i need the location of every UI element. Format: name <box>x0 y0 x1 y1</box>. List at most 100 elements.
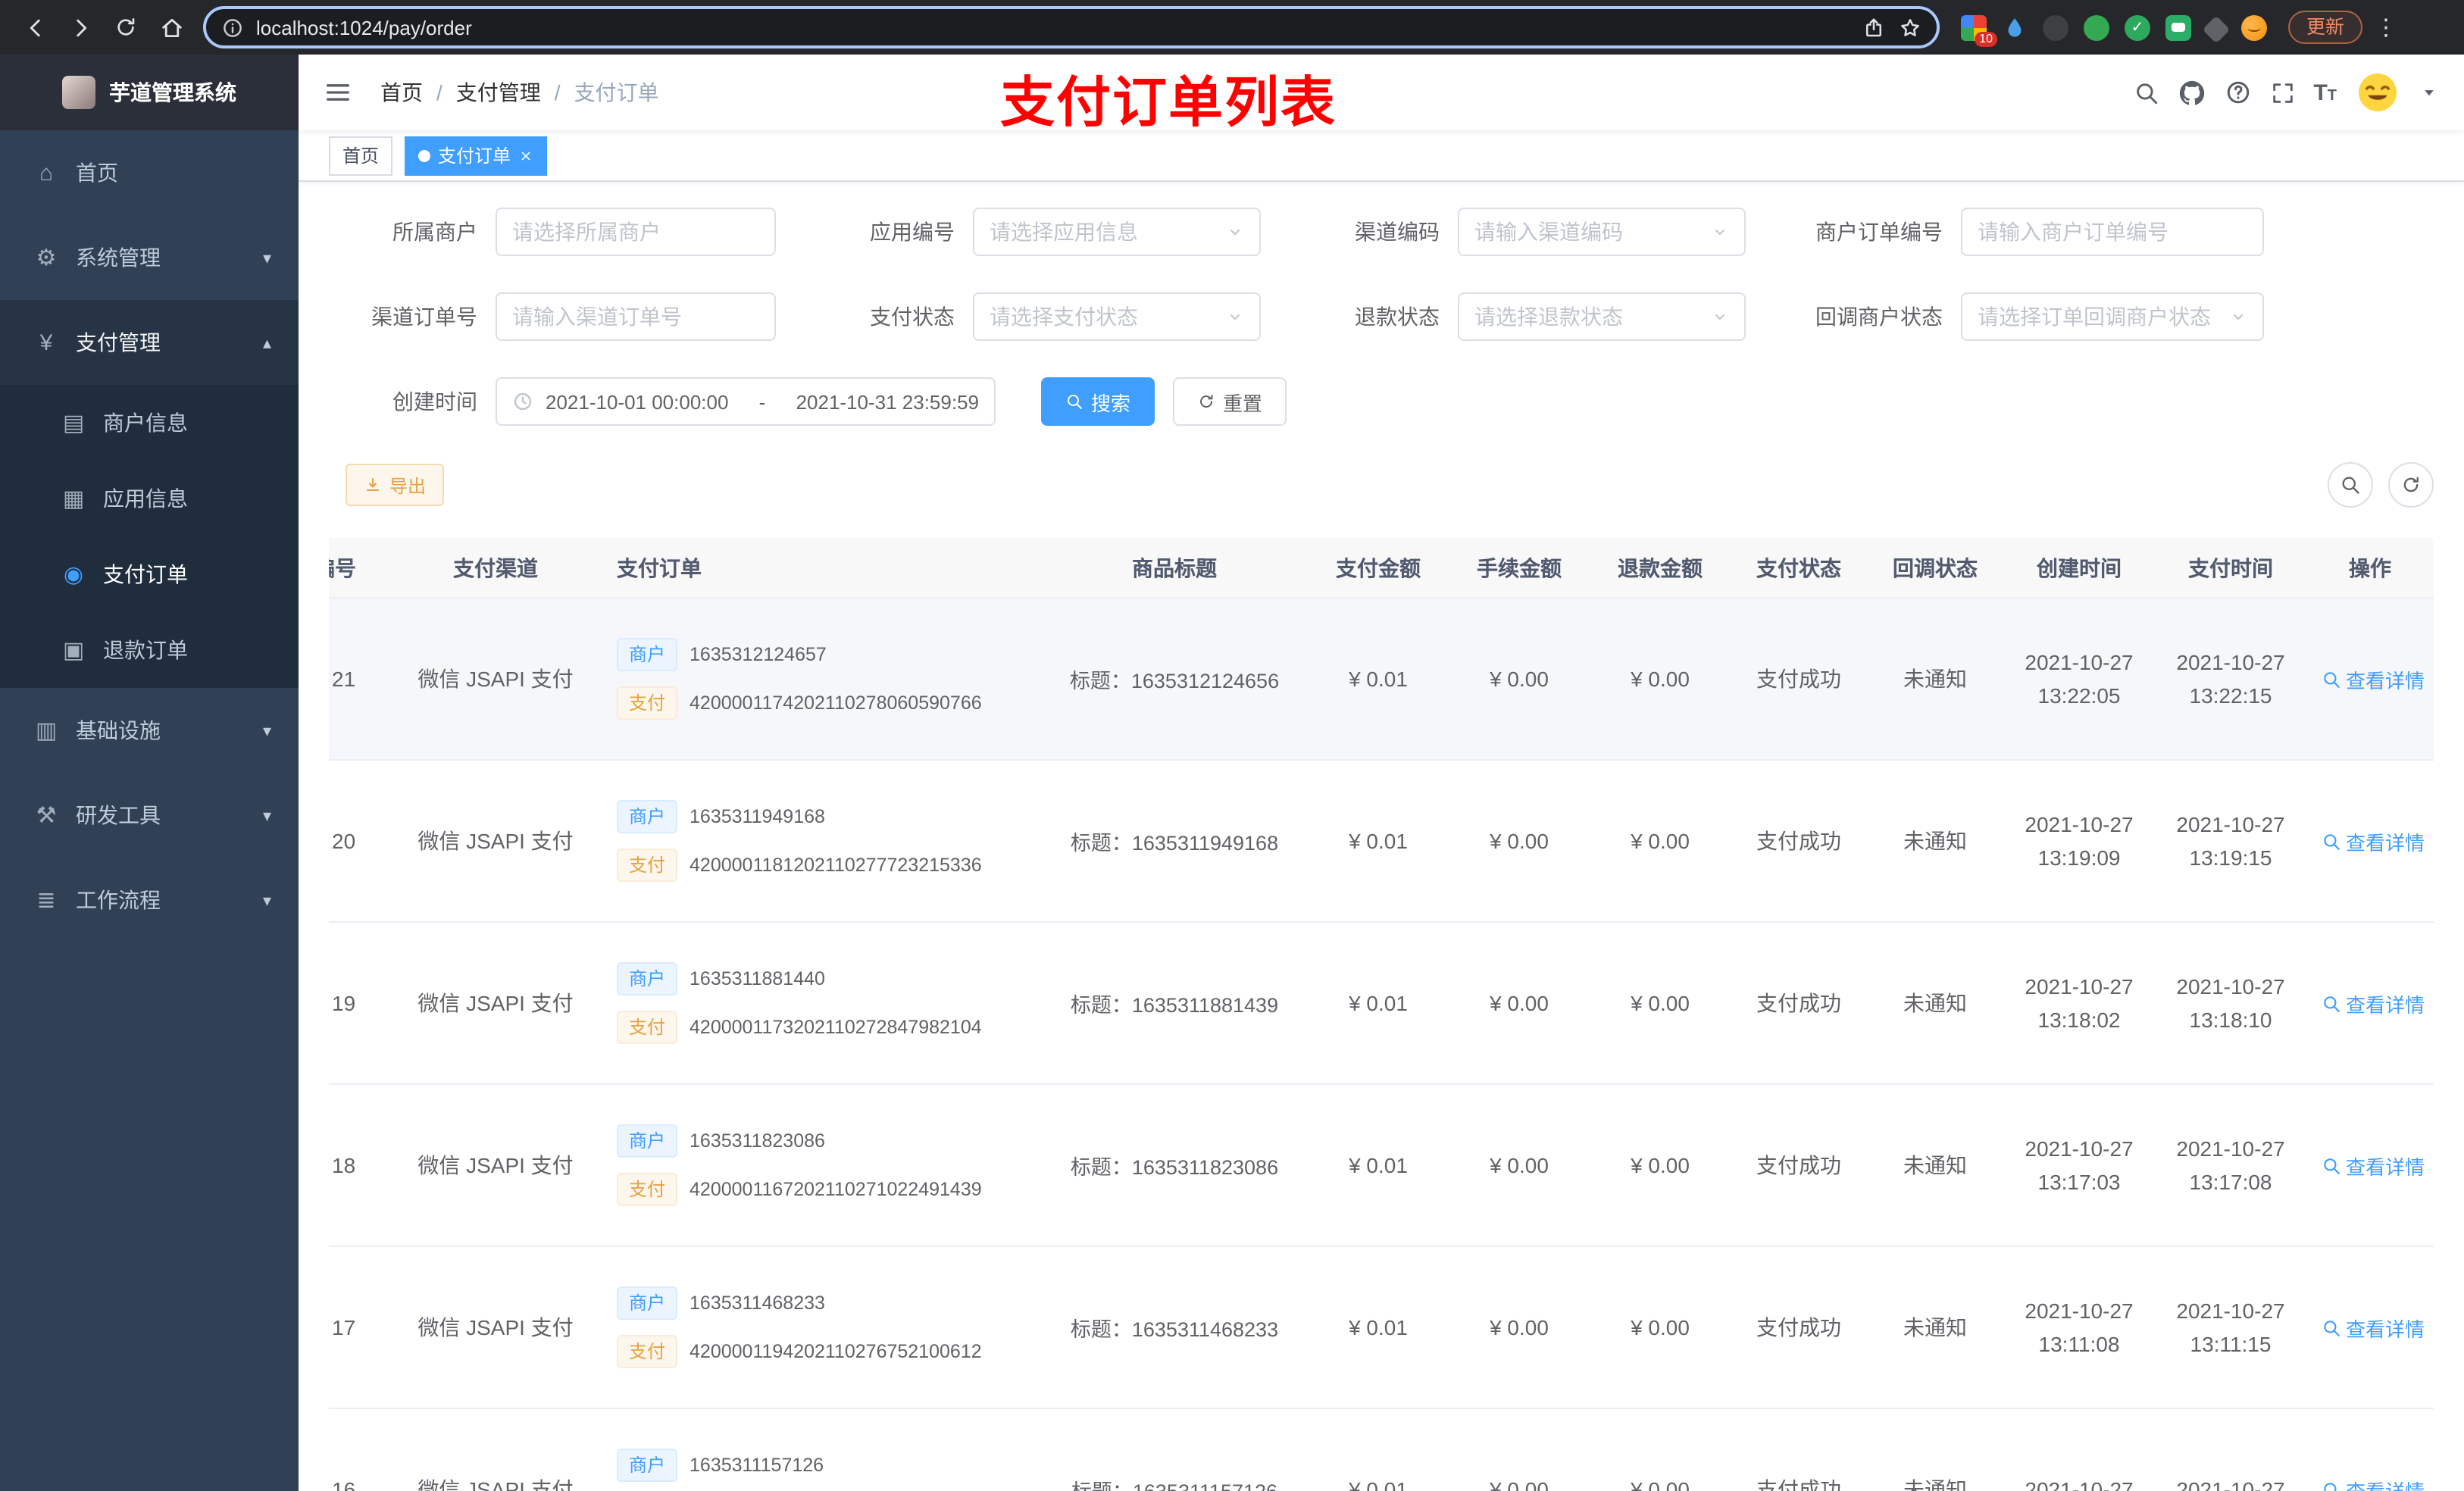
site-info-icon[interactable] <box>221 16 244 39</box>
help-icon[interactable] <box>2224 79 2251 106</box>
chevron-down-icon <box>2229 308 2247 326</box>
cell-channel: 微信 JSAPI 支付 <box>417 829 574 853</box>
dashboard-icon: ⌂ <box>39 160 54 186</box>
view-detail-link[interactable]: 查看详情 <box>2322 664 2425 693</box>
extensions-row: 10 ✓ <box>1961 14 2267 46</box>
github-icon[interactable] <box>2177 78 2206 107</box>
filter-control[interactable] <box>1458 292 1746 341</box>
browser-reload-button[interactable] <box>103 5 149 50</box>
filter-label: 退款状态 <box>1355 305 1440 329</box>
cell-amount: ¥ 0.01 <box>1349 1153 1408 1177</box>
reset-button[interactable]: 重置 <box>1173 377 1287 426</box>
breadcrumb-pay-manage[interactable]: 支付管理 <box>456 77 541 108</box>
filter-input[interactable] <box>1474 220 1705 244</box>
pay-order-no: 4200001181202110277723215336 <box>689 855 982 876</box>
filter-control[interactable] <box>973 292 1261 341</box>
check-circle-icon[interactable]: ✓ <box>2125 14 2150 40</box>
close-icon[interactable] <box>518 148 533 163</box>
filter-input[interactable] <box>1978 220 2247 244</box>
filter-control[interactable] <box>973 208 1261 256</box>
hamburger-icon[interactable] <box>323 77 353 108</box>
sidebar-item[interactable]: ▣ 退款订单 <box>0 612 299 688</box>
view-detail-link[interactable]: 查看详情 <box>2322 1313 2425 1342</box>
toggle-search-button[interactable] <box>2328 462 2373 508</box>
filter-control[interactable] <box>496 292 776 341</box>
dark-circle-icon[interactable] <box>2043 14 2068 40</box>
breadcrumb-home[interactable]: 首页 <box>380 77 423 108</box>
tab[interactable]: 支付订单 <box>405 136 548 175</box>
table-toolbar: 导出 <box>329 462 2434 508</box>
table-row: 19 微信 JSAPI 支付 商户 1635311881440 支付 42000… <box>329 923 2434 1085</box>
cell-paid: 2021-10-27 13:19:15 <box>2176 812 2285 870</box>
cell-fee: ¥ 0.00 <box>1490 991 1549 1015</box>
app-logo[interactable]: 芋道管理系统 <box>0 55 299 130</box>
browser-menu-icon[interactable]: ⋮ <box>2375 14 2397 41</box>
fullscreen-icon[interactable] <box>2269 80 2295 105</box>
bookmark-star-icon[interactable] <box>1891 9 1928 45</box>
cell-refund: ¥ 0.00 <box>1631 991 1690 1015</box>
search-button[interactable]: 搜索 <box>1041 377 1155 426</box>
column-header: 回调状态 <box>1893 555 1978 580</box>
sidebar-item[interactable]: ⌂ 首页 <box>0 130 299 215</box>
filter-input[interactable] <box>512 220 759 244</box>
refund-doc-icon: ▣ <box>62 638 85 664</box>
filter-input[interactable] <box>990 220 1220 244</box>
tab[interactable]: 首页 <box>329 136 393 175</box>
sidebar-item[interactable]: ≣ 工作流程 <box>0 858 299 942</box>
cell-fee: ¥ 0.00 <box>1490 667 1549 691</box>
url-bar[interactable]: localhost:1024/pay/order <box>203 6 1940 48</box>
water-drop-icon[interactable] <box>2002 14 2028 40</box>
sidebar-item[interactable]: ⚙ 系统管理 <box>0 215 299 300</box>
filter-control[interactable] <box>1961 208 2264 256</box>
filter-input[interactable] <box>1474 305 1705 329</box>
table-row: 18 微信 JSAPI 支付 商户 1635311823086 支付 42000… <box>329 1085 2434 1247</box>
merchant-tag: 商户 <box>617 1124 678 1158</box>
user-avatar[interactable] <box>2355 70 2400 115</box>
column-header: 支付金额 <box>1336 555 1421 580</box>
header-search-icon[interactable] <box>2133 80 2159 105</box>
sidebar-item[interactable]: ¥ 支付管理 <box>0 300 299 385</box>
gear-icon: ⚙ <box>36 245 57 271</box>
font-size-icon[interactable]: TT <box>2313 80 2337 105</box>
filter-input[interactable] <box>512 305 759 329</box>
sidebar-item[interactable]: ▤ 商户信息 <box>0 385 299 461</box>
view-detail-link[interactable]: 查看详情 <box>2322 827 2425 855</box>
filter-control[interactable] <box>1961 292 2264 341</box>
green-circle-icon[interactable] <box>2084 14 2109 40</box>
export-button[interactable]: 导出 <box>346 464 445 506</box>
chat-icon[interactable] <box>2165 14 2191 40</box>
extensions-grid-icon[interactable]: 10 <box>1961 14 1997 46</box>
browser-update-button[interactable]: 更新 <box>2288 11 2363 44</box>
url-text: localhost:1024/pay/order <box>256 16 472 39</box>
cell-paid: 2021-10-27 13:18:10 <box>2176 974 2285 1032</box>
browser-back-button[interactable] <box>12 5 58 50</box>
pay-tag: 支付 <box>617 686 678 720</box>
filter-input[interactable] <box>1978 305 2223 329</box>
view-detail-link[interactable]: 查看详情 <box>2322 1475 2425 1491</box>
filter-input[interactable] <box>990 305 1220 329</box>
view-detail-link[interactable]: 查看详情 <box>2322 1151 2425 1180</box>
browser-toolbar: localhost:1024/pay/order 10 ✓ 更新 ⋮ <box>0 0 2464 55</box>
pin-icon[interactable] <box>2202 14 2231 43</box>
filter-control[interactable] <box>496 208 776 256</box>
create-time-label: 创建时间 <box>392 389 477 414</box>
dev-tools-icon: ⚒ <box>36 803 57 829</box>
browser-home-button[interactable] <box>149 5 194 50</box>
filter-label: 渠道订单号 <box>371 305 477 329</box>
avatar-caret-icon[interactable] <box>2419 82 2440 103</box>
merchant-tag: 商户 <box>617 962 678 996</box>
cell-order: 商户 1635311949168 支付 42000011812021102777… <box>602 800 1041 882</box>
filter-control[interactable] <box>1458 208 1746 256</box>
filter-label: 支付状态 <box>870 305 955 329</box>
sidebar-item[interactable]: ◉ 支付订单 <box>0 536 299 612</box>
date-range-input[interactable]: 2021-10-01 00:00:00 - 2021-10-31 23:59:5… <box>496 377 996 426</box>
share-icon[interactable] <box>1855 9 1891 45</box>
profile-avatar-icon[interactable] <box>2241 14 2267 40</box>
browser-forward-button[interactable] <box>58 5 103 50</box>
sidebar-item[interactable]: ▦ 应用信息 <box>0 461 299 536</box>
sidebar-item[interactable]: ⚒ 研发工具 <box>0 773 299 858</box>
merchant-card-icon: ▤ <box>62 411 85 436</box>
view-detail-link[interactable]: 查看详情 <box>2322 989 2425 1017</box>
sidebar-item[interactable]: ▥ 基础设施 <box>0 688 299 773</box>
refresh-table-button[interactable] <box>2388 462 2434 508</box>
